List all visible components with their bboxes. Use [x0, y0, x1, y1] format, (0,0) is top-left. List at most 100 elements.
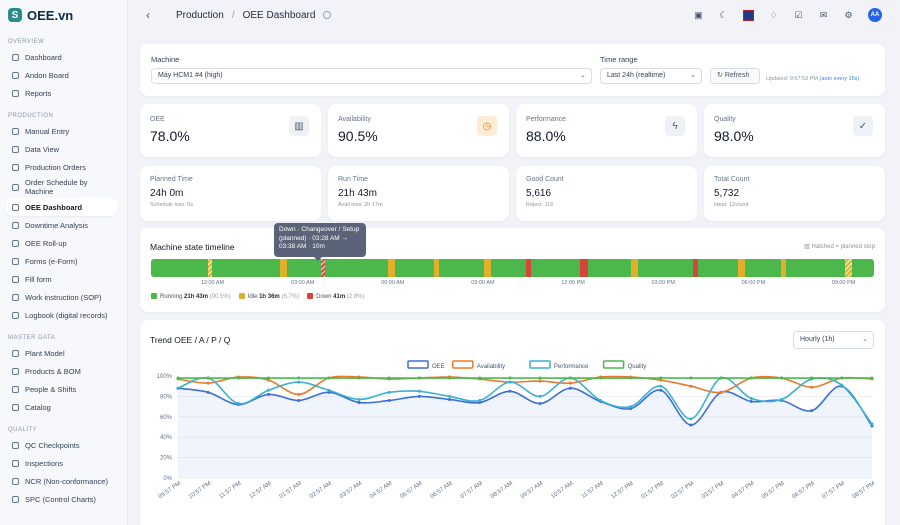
- timeline-segment-down[interactable]: [692, 259, 699, 277]
- data-point-performance[interactable]: [598, 398, 602, 402]
- data-point-availability[interactable]: [719, 390, 723, 394]
- data-point-oee[interactable]: [448, 397, 452, 401]
- language-flag-icon[interactable]: [743, 9, 754, 21]
- data-point-availability[interactable]: [568, 381, 572, 385]
- data-point-performance[interactable]: [689, 417, 693, 421]
- data-point-performance[interactable]: [236, 402, 240, 406]
- back-icon[interactable]: ‹: [146, 8, 150, 22]
- sidebar-item-oee-dashboard[interactable]: OEE Dashboard: [6, 198, 117, 216]
- data-point-quality[interactable]: [267, 376, 271, 380]
- data-point-oee[interactable]: [810, 409, 814, 413]
- sidebar-item-order-schedule-by-machine[interactable]: Order Schedule by Machine: [0, 176, 127, 198]
- data-point-quality[interactable]: [236, 376, 240, 380]
- data-point-performance[interactable]: [357, 397, 361, 401]
- sidebar-item-inspections[interactable]: Inspections: [0, 454, 127, 472]
- data-point-performance[interactable]: [327, 388, 331, 392]
- legend-label[interactable]: Quality: [628, 364, 647, 370]
- sidebar-item-oee-roll-up[interactable]: OEE Roll-up: [0, 234, 127, 252]
- sidebar-item-catalog[interactable]: Catalog: [0, 398, 127, 416]
- data-point-quality[interactable]: [448, 376, 452, 380]
- data-point-quality[interactable]: [629, 376, 633, 380]
- data-point-availability[interactable]: [206, 381, 210, 385]
- time-range-select[interactable]: Last 24h (realtime) ⌄: [600, 68, 702, 84]
- fullscreen-icon[interactable]: ▣: [693, 10, 704, 21]
- app-logo[interactable]: S OEE.vn: [0, 0, 127, 30]
- data-point-oee[interactable]: [689, 423, 693, 427]
- sidebar-item-data-view[interactable]: Data View: [0, 140, 127, 158]
- granularity-select[interactable]: Hourly (1h) ⌄: [793, 331, 874, 349]
- data-point-quality[interactable]: [840, 376, 844, 380]
- task-check-icon[interactable]: ☑: [793, 10, 804, 21]
- data-point-oee[interactable]: [357, 401, 361, 405]
- data-point-quality[interactable]: [508, 376, 512, 380]
- moon-icon[interactable]: ☾: [718, 10, 729, 21]
- timeline-segment-idle[interactable]: [738, 259, 745, 277]
- data-point-performance[interactable]: [478, 398, 482, 402]
- sidebar-item-production-orders[interactable]: Production Orders: [0, 158, 127, 176]
- data-point-quality[interactable]: [779, 376, 783, 380]
- timeline-segment-idle[interactable]: [208, 259, 213, 277]
- data-point-performance[interactable]: [840, 383, 844, 387]
- timeline-bar[interactable]: [151, 259, 874, 277]
- timeline-segment-idle[interactable]: [280, 259, 287, 277]
- timeline-segment-down[interactable]: [579, 259, 588, 277]
- data-point-performance[interactable]: [387, 390, 391, 394]
- data-point-quality[interactable]: [417, 376, 421, 380]
- sidebar-item-qc-checkpoints[interactable]: QC Checkpoints: [0, 436, 127, 454]
- data-point-availability[interactable]: [538, 379, 542, 383]
- data-point-quality[interactable]: [598, 376, 602, 380]
- data-point-oee[interactable]: [387, 398, 391, 402]
- timeline-segment-idle[interactable]: [433, 259, 440, 277]
- data-point-quality[interactable]: [357, 376, 361, 380]
- sidebar-item-work-instruction-sop[interactable]: Work instruction (SOP): [0, 288, 127, 306]
- data-point-oee[interactable]: [267, 392, 271, 396]
- timeline-segment-idle[interactable]: [845, 259, 852, 277]
- timeline-segment-idle[interactable]: [780, 259, 786, 277]
- breadcrumb-production[interactable]: Production: [176, 10, 224, 21]
- machine-select[interactable]: Máy HCM1 #4 (high) ⌄: [151, 68, 592, 84]
- refresh-button[interactable]: ↻ Refresh: [710, 68, 760, 84]
- timeline-segment-down[interactable]: [320, 259, 326, 277]
- sidebar-item-logbook-digital-records[interactable]: Logbook (digital records): [0, 306, 127, 324]
- data-point-performance[interactable]: [417, 389, 421, 393]
- data-point-availability[interactable]: [810, 385, 814, 389]
- data-point-quality[interactable]: [689, 376, 693, 380]
- gear-icon[interactable]: ⚙: [843, 10, 854, 21]
- data-point-quality[interactable]: [810, 376, 814, 380]
- data-point-quality[interactable]: [719, 376, 723, 380]
- sidebar-item-people-shifts[interactable]: People & Shifts: [0, 380, 127, 398]
- data-point-performance[interactable]: [870, 422, 874, 426]
- data-point-quality[interactable]: [387, 376, 391, 380]
- sidebar-item-forms-e-form[interactable]: Forms (e-Form): [0, 252, 127, 270]
- timeline-segment-idle[interactable]: [388, 259, 395, 277]
- data-point-quality[interactable]: [478, 376, 482, 380]
- data-point-oee[interactable]: [568, 386, 572, 390]
- data-point-performance[interactable]: [508, 380, 512, 384]
- data-point-oee[interactable]: [749, 400, 753, 403]
- data-point-quality[interactable]: [749, 376, 753, 380]
- timeline-segment-down[interactable]: [526, 259, 531, 277]
- data-point-oee[interactable]: [417, 394, 421, 398]
- sidebar-item-downtime-analysis[interactable]: Downtime Analysis: [0, 216, 127, 234]
- sidebar-item-fill-form[interactable]: Fill form: [0, 270, 127, 288]
- sidebar-item-dashboard[interactable]: Dashboard: [0, 48, 127, 66]
- data-point-oee[interactable]: [297, 398, 301, 402]
- data-point-availability[interactable]: [297, 392, 301, 396]
- data-point-quality[interactable]: [297, 376, 301, 380]
- data-point-quality[interactable]: [327, 376, 331, 380]
- data-point-performance[interactable]: [659, 384, 663, 388]
- data-point-oee[interactable]: [538, 402, 542, 406]
- timeline-segment-idle[interactable]: [631, 259, 638, 277]
- info-icon[interactable]: [323, 11, 332, 19]
- sidebar-item-products-bom[interactable]: Products & BOM: [0, 362, 127, 380]
- timeline-segment-idle[interactable]: [484, 259, 491, 277]
- data-point-performance[interactable]: [538, 394, 542, 398]
- data-point-quality[interactable]: [538, 376, 542, 380]
- avatar[interactable]: AA: [868, 8, 882, 22]
- data-point-performance[interactable]: [176, 386, 180, 390]
- data-point-quality[interactable]: [870, 376, 874, 380]
- sidebar-item-andon-board[interactable]: Andon Board: [0, 66, 127, 84]
- data-point-performance[interactable]: [448, 394, 452, 398]
- sidebar-item-manual-entry[interactable]: Manual Entry: [0, 122, 127, 140]
- data-point-quality[interactable]: [206, 376, 210, 380]
